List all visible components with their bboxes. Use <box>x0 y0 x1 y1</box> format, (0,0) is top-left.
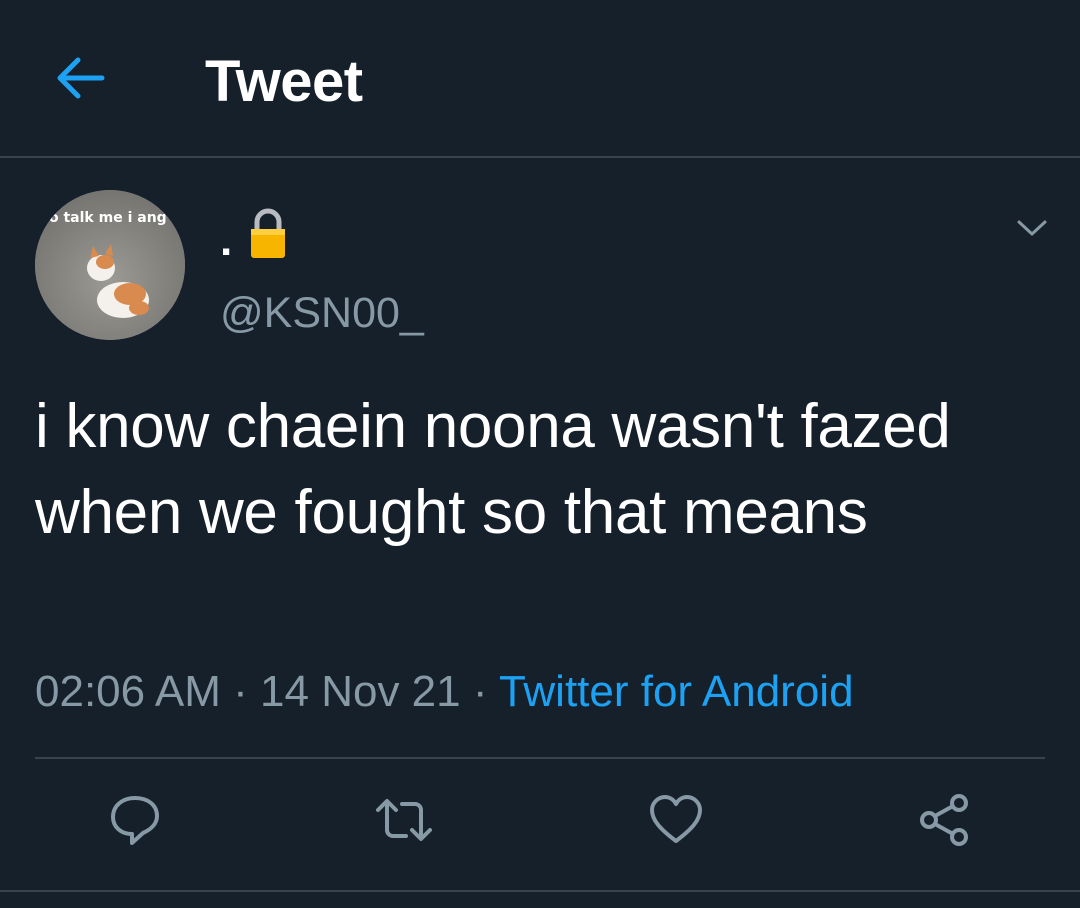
reply-button[interactable] <box>105 792 165 852</box>
lock-icon <box>248 206 288 265</box>
like-icon <box>648 793 704 852</box>
tweet-source-link[interactable]: Twitter for Android <box>499 667 854 716</box>
meta-separator: · <box>233 667 248 716</box>
back-button[interactable] <box>50 52 110 108</box>
user-handle[interactable]: @KSN00_ <box>220 288 424 338</box>
display-name[interactable]: . <box>220 205 288 265</box>
meta-separator: · <box>472 667 488 716</box>
top-bar: Tweet <box>0 0 1080 158</box>
display-name-text: . <box>220 216 233 265</box>
tweet-date: 14 Nov 21 <box>260 667 461 716</box>
tweet-time: 02:06 AM <box>35 667 221 716</box>
retweet-icon <box>374 792 434 853</box>
retweet-button[interactable] <box>374 792 434 852</box>
divider <box>0 890 1080 892</box>
reply-icon <box>107 792 163 853</box>
share-button[interactable] <box>915 792 975 852</box>
chevron-down-icon <box>1016 218 1048 243</box>
avatar-caption: o talk me i ang <box>49 210 167 226</box>
divider <box>35 757 1045 759</box>
tweet-metadata: 02:06 AM · 14 Nov 21 · Twitter for Andro… <box>35 664 854 720</box>
tweet-text: i know chaein noona wasn't fazed when we… <box>35 392 951 547</box>
avatar[interactable]: o talk me i ang <box>35 190 185 340</box>
page-title: Tweet <box>205 49 363 114</box>
tweet-menu-button[interactable] <box>1014 215 1050 245</box>
like-button[interactable] <box>646 792 706 852</box>
share-icon <box>917 792 973 853</box>
arrow-left-icon <box>52 54 108 107</box>
